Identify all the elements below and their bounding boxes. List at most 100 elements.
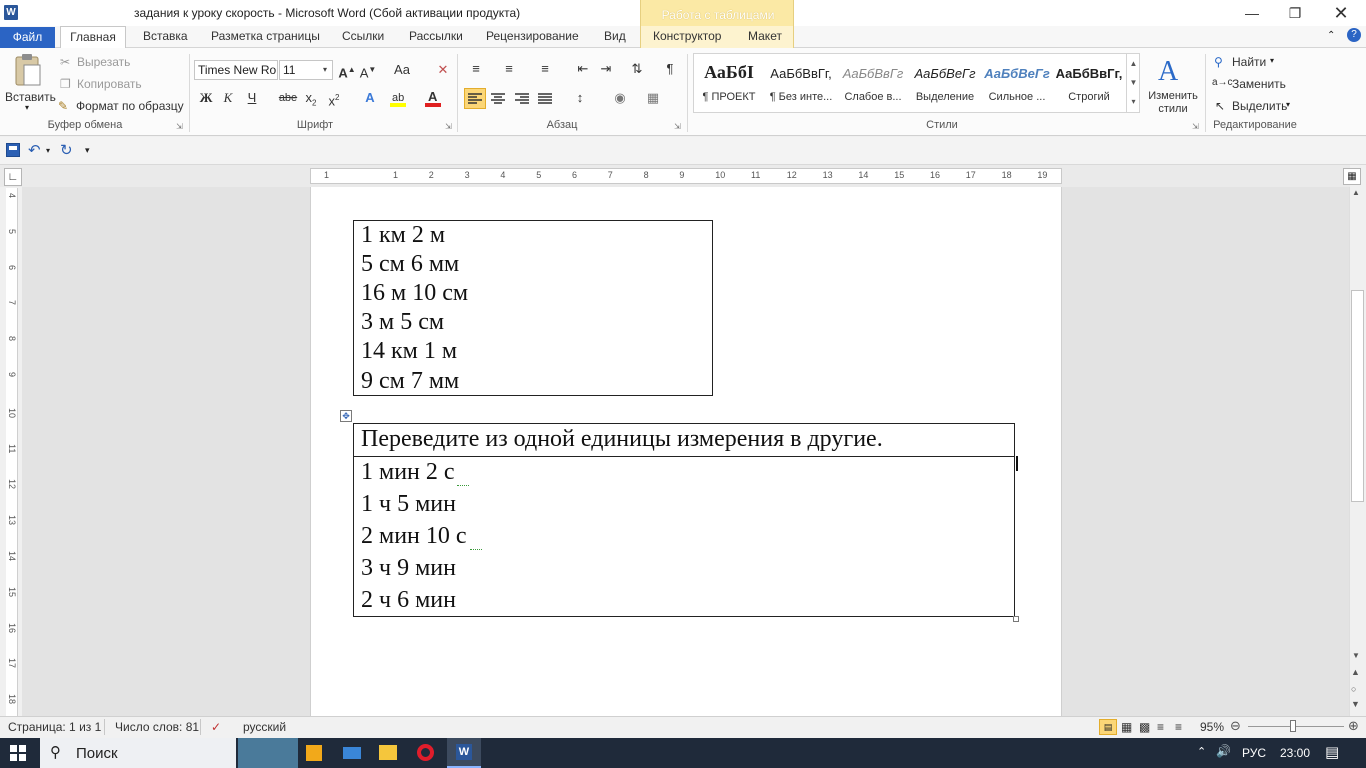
customize-qat-icon[interactable]: ▾	[85, 145, 90, 156]
outline-icon[interactable]: ≡	[1157, 720, 1164, 734]
italic-button[interactable]: К	[218, 89, 238, 107]
highlight-color-icon[interactable]: ab	[389, 89, 407, 107]
zoom-slider-thumb[interactable]	[1290, 720, 1296, 732]
decrease-indent-icon[interactable]: ⇤	[573, 60, 593, 78]
numbering-icon[interactable]: ≡	[499, 60, 519, 78]
zoom-in-icon[interactable]: ⊕	[1348, 718, 1359, 734]
multilevel-list-icon[interactable]: ≡	[535, 60, 555, 78]
superscript-icon[interactable]: x2	[324, 89, 344, 108]
text-effects-icon[interactable]: A	[360, 89, 380, 107]
select-button[interactable]: Выделить	[1232, 99, 1287, 113]
tab-mailings[interactable]: Рассылки	[409, 29, 463, 43]
windows-start-icon[interactable]	[10, 745, 26, 761]
show-formatting-marks-icon[interactable]: ¶	[660, 60, 680, 78]
align-center-icon[interactable]	[488, 89, 508, 108]
increase-indent-icon[interactable]: ⇥	[596, 60, 616, 78]
opera-icon[interactable]	[417, 744, 434, 761]
strikethrough-button[interactable]: abe	[278, 89, 298, 107]
line-spacing-icon[interactable]: ↕	[570, 89, 590, 107]
store-icon[interactable]	[306, 745, 322, 761]
clock[interactable]: 23:00	[1280, 746, 1310, 760]
font-name-combo[interactable]: Times New Ro	[194, 60, 278, 80]
repeat-icon[interactable]: ↻	[60, 141, 73, 159]
bullets-icon[interactable]: ≡	[466, 60, 486, 78]
styles-dialog-launcher-icon[interactable]: ⇲	[1192, 122, 1199, 131]
proofing-icon[interactable]: ✓	[211, 720, 221, 734]
zoom-level[interactable]: 95%	[1200, 720, 1224, 734]
cut-button[interactable]: Вырезать	[77, 55, 130, 69]
table-row[interactable]: 3 м 5 см	[361, 309, 444, 336]
table-row[interactable]: 5 см 6 мм	[361, 251, 459, 278]
replace-button[interactable]: Заменить	[1232, 77, 1286, 91]
volume-icon[interactable]: 🔊	[1216, 744, 1231, 758]
full-screen-reading-icon[interactable]: ▦	[1121, 720, 1132, 734]
table-row[interactable]: 1 ч 5 мин	[361, 491, 456, 518]
change-styles-button[interactable]: Изменить стили	[1146, 90, 1200, 116]
tab-page-layout[interactable]: Разметка страницы	[211, 29, 320, 43]
view-ruler-icon[interactable]: ▦	[1343, 168, 1361, 185]
table-row[interactable]: 16 м 10 см	[361, 280, 468, 307]
undo-icon[interactable]: ↶	[28, 141, 41, 159]
table-header-cell[interactable]: Переведите из одной единицы измерения в …	[361, 426, 883, 453]
styles-scroll[interactable]: ▲ ▼ ▾	[1126, 54, 1140, 112]
paragraph-dialog-launcher-icon[interactable]: ⇲	[674, 122, 681, 131]
zoom-slider-track[interactable]	[1248, 726, 1344, 727]
draft-icon[interactable]: ≡	[1175, 720, 1182, 734]
scroll-down-icon[interactable]: ▼	[1352, 651, 1360, 660]
borders-icon[interactable]: ▦	[643, 89, 663, 107]
zoom-out-icon[interactable]: ⊖	[1230, 718, 1241, 734]
input-language[interactable]: РУС	[1242, 746, 1266, 760]
horizontal-ruler[interactable]	[310, 168, 1062, 184]
tab-references[interactable]: Ссылки	[342, 29, 384, 43]
change-styles-icon[interactable]: A	[1156, 54, 1186, 87]
paste-icon[interactable]	[12, 53, 44, 87]
style-intense-emphasis[interactable]: АаБбВеГг Сильное ...	[981, 56, 1053, 108]
style-no-spacing[interactable]: АаБбВвГг, ¶ Без инте...	[765, 56, 837, 108]
style-project[interactable]: АаБбI ¶ ПРОЕКТ	[693, 56, 765, 108]
tab-file[interactable]: Файл	[0, 27, 55, 48]
select-dropdown-icon[interactable]: ▾	[1286, 100, 1290, 109]
copy-button[interactable]: Копировать	[77, 77, 142, 91]
scroll-up-icon[interactable]: ▲	[1352, 188, 1360, 197]
format-painter-button[interactable]: Формат по образцу	[76, 99, 184, 113]
tab-design[interactable]: Конструктор	[653, 29, 721, 43]
justify-icon[interactable]	[535, 89, 555, 108]
change-case-icon[interactable]: Aa	[392, 61, 412, 79]
minimize-button[interactable]: —	[1229, 0, 1275, 26]
find-dropdown-icon[interactable]: ▾	[1270, 56, 1274, 65]
next-page-icon[interactable]: ▼	[1351, 699, 1360, 709]
previous-page-icon[interactable]: ▲	[1351, 667, 1360, 677]
table-row[interactable]: 1 мин 2 с	[361, 459, 455, 486]
tab-selector-icon[interactable]: ∟	[4, 168, 22, 186]
paste-dropdown-icon[interactable]: ▾	[25, 103, 29, 112]
table-row[interactable]: 2 ч 6 мин	[361, 587, 456, 614]
word-app-icon[interactable]: W	[4, 5, 18, 20]
shrink-font-icon[interactable]: A▼	[358, 61, 378, 80]
table-row[interactable]: 3 ч 9 мин	[361, 555, 456, 582]
underline-button[interactable]: Ч	[242, 89, 262, 107]
bold-button[interactable]: Ж	[196, 89, 216, 107]
font-size-dropdown-icon[interactable]: ▾	[323, 61, 327, 79]
close-button[interactable]: ✕	[1318, 0, 1364, 26]
style-subtle-emphasis[interactable]: АаБбВвГг Слабое в...	[837, 56, 909, 108]
browse-object-icon[interactable]: ○	[1351, 684, 1356, 694]
find-button[interactable]: Найти	[1232, 55, 1266, 69]
table-row[interactable]: 1 км 2 м	[361, 222, 445, 249]
language-indicator[interactable]: русский	[243, 720, 286, 734]
font-size-combo[interactable]: 11 ▾	[279, 60, 333, 80]
page-count[interactable]: Страница: 1 из 1	[8, 720, 101, 734]
shading-icon[interactable]: ◉	[610, 89, 630, 107]
help-icon[interactable]: ?	[1347, 28, 1361, 42]
tab-review[interactable]: Рецензирование	[486, 29, 579, 43]
restore-button[interactable]: ❐	[1272, 0, 1318, 26]
taskbar-word-button[interactable]: W	[447, 738, 481, 768]
web-layout-icon[interactable]: ▩	[1139, 720, 1150, 734]
save-icon[interactable]	[6, 143, 20, 157]
table-row[interactable]: 2 мин 10 с	[361, 523, 467, 550]
print-layout-icon[interactable]: ▤	[1099, 719, 1117, 735]
undo-dropdown-icon[interactable]: ▾	[46, 146, 50, 155]
grow-font-icon[interactable]: A▲	[337, 61, 357, 80]
tab-view[interactable]: Вид	[604, 29, 626, 43]
align-right-icon[interactable]	[512, 89, 532, 108]
table-move-handle-icon[interactable]: ✥	[340, 410, 352, 422]
